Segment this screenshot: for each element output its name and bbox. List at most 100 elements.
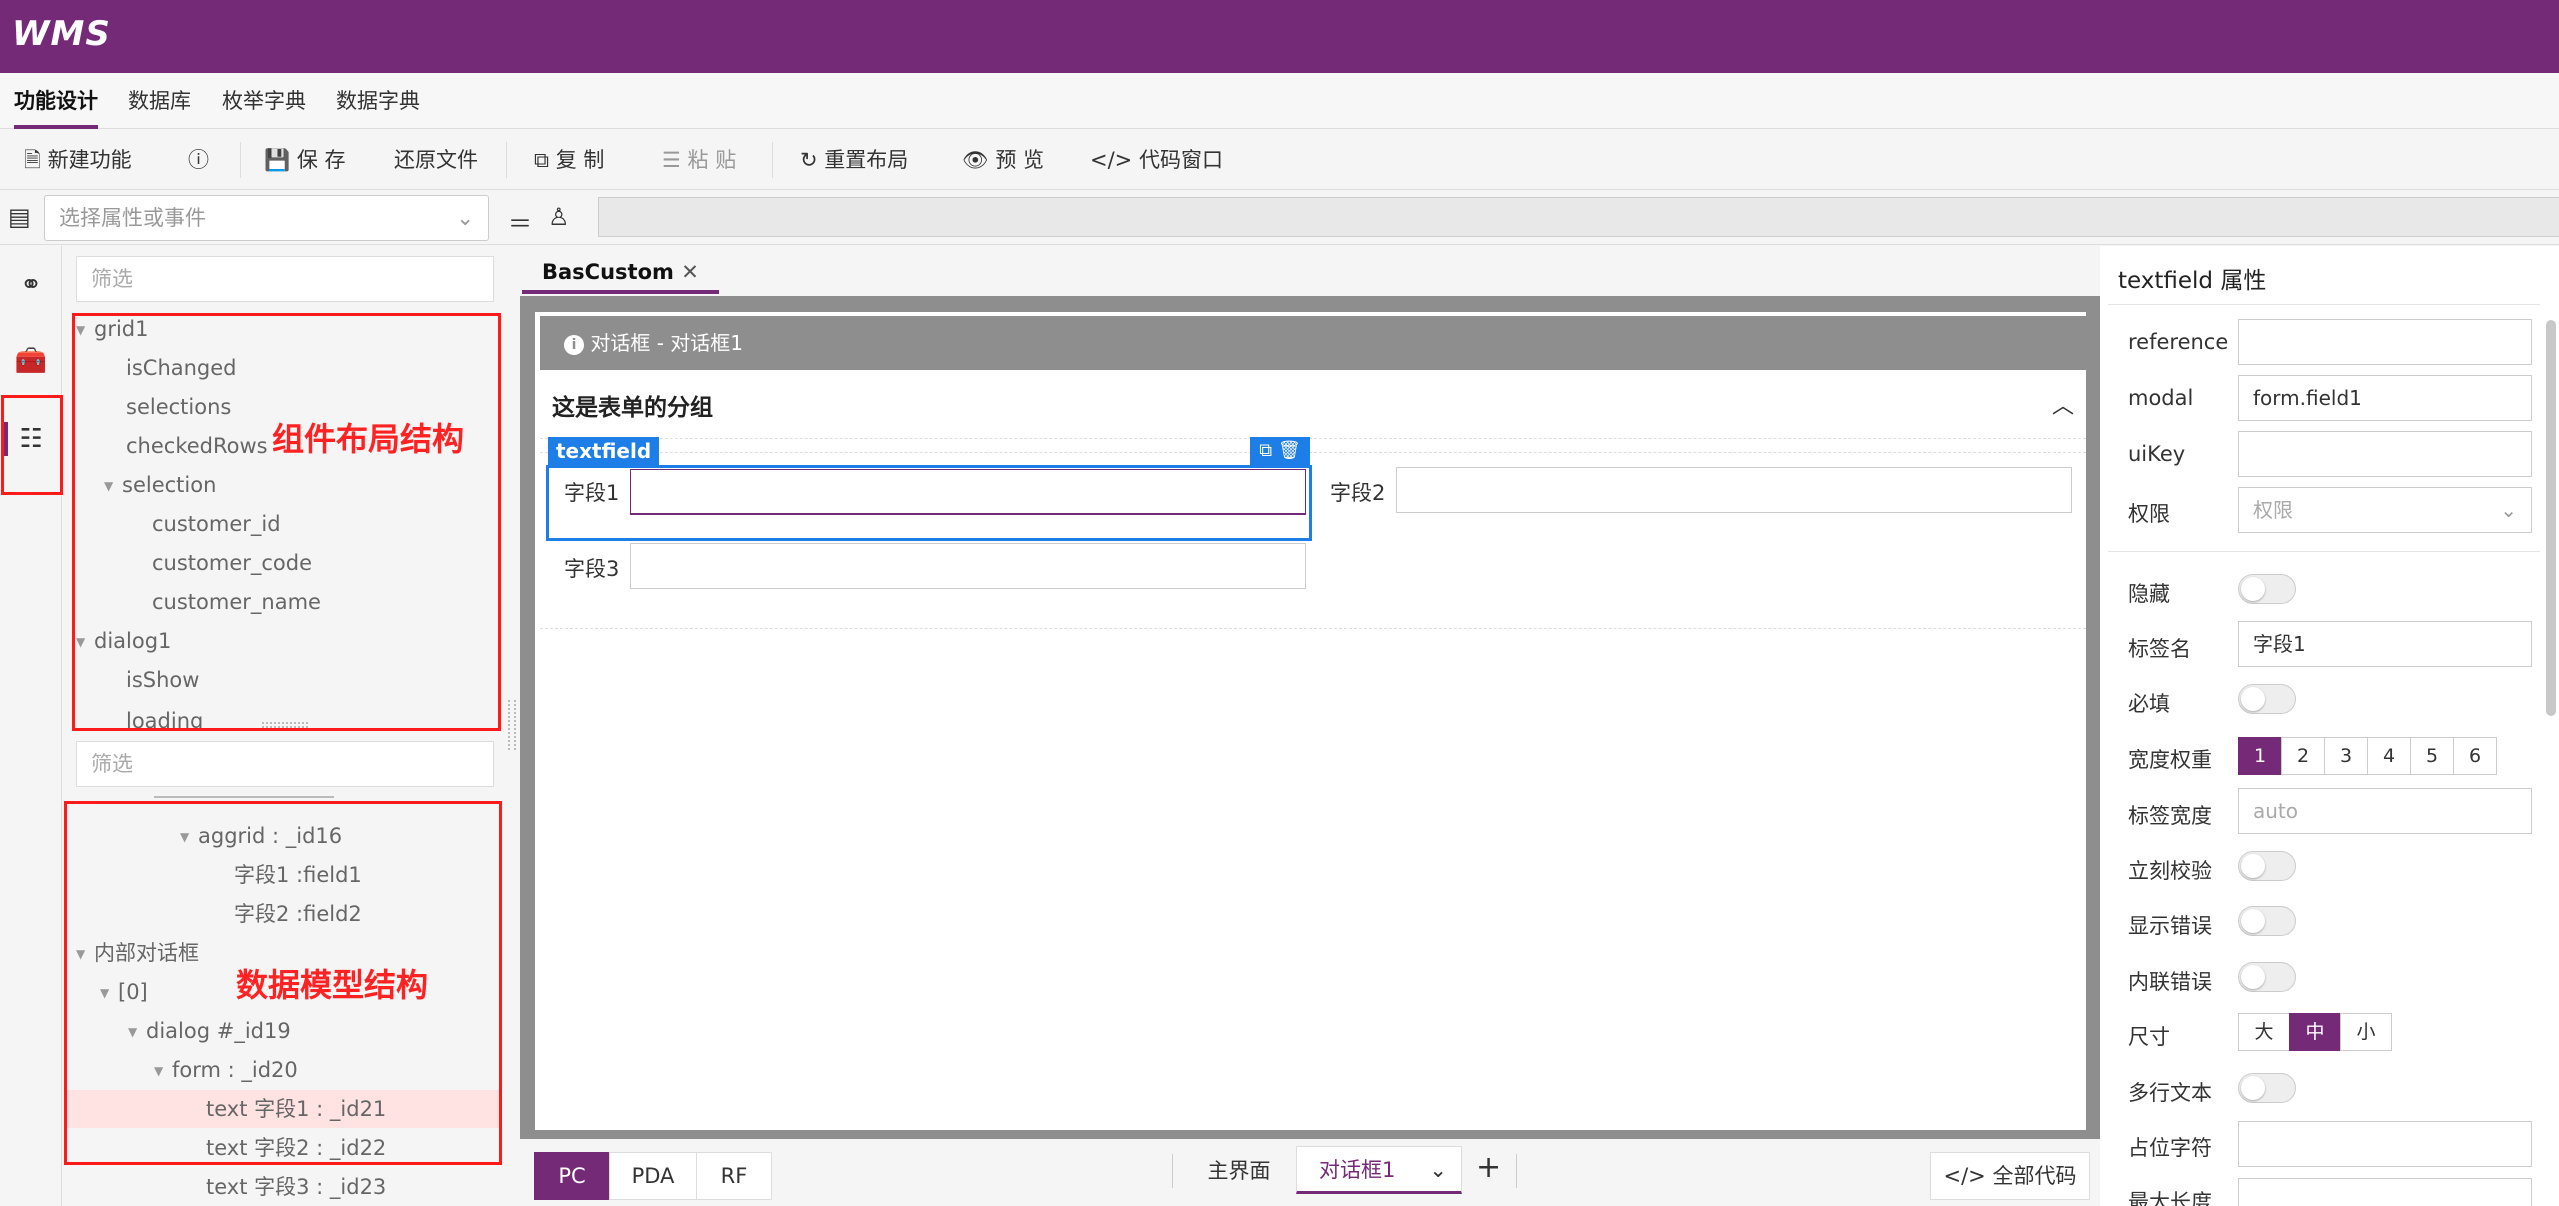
tab-bascustom[interactable]: BasCustom ✕ bbox=[522, 250, 719, 294]
property-event-select[interactable]: 选择属性或事件 ⌄ bbox=[44, 195, 489, 241]
toolbar bbox=[0, 130, 2559, 190]
prop-modal-input[interactable]: form.field1 bbox=[2238, 375, 2532, 421]
trash-icon[interactable]: 🗑 bbox=[1278, 440, 1301, 461]
component-actions: ⧉ 🗑 bbox=[1250, 437, 1310, 465]
prop-hidden-toggle[interactable] bbox=[2238, 574, 2296, 604]
field2-input[interactable] bbox=[1396, 467, 2072, 513]
components-icon[interactable]: ⚭ bbox=[14, 268, 48, 302]
paste-button[interactable]: ☰ 粘 贴 bbox=[662, 130, 736, 190]
all-code-button[interactable]: </> 全部代码 bbox=[1930, 1152, 2090, 1200]
prop-required-label: 必填 bbox=[2128, 692, 2170, 716]
prop-placeholder-label: 占位字符 bbox=[2128, 1136, 2212, 1160]
copy-icon[interactable]: ⧉ bbox=[1259, 440, 1272, 461]
property-panel-title: textfield 属性 bbox=[2118, 268, 2267, 294]
weight-option-1[interactable]: 1 bbox=[2238, 737, 2282, 775]
prop-reference-input[interactable] bbox=[2238, 319, 2532, 365]
weight-option-6[interactable]: 6 bbox=[2453, 737, 2497, 775]
save-icon: 💾 bbox=[264, 148, 291, 172]
prop-placeholder-input[interactable] bbox=[2238, 1121, 2532, 1167]
save-button[interactable]: 💾 保 存 bbox=[264, 130, 346, 190]
prop-hidden-label: 隐藏 bbox=[2128, 582, 2170, 606]
prop-showerr-toggle[interactable] bbox=[2238, 906, 2296, 936]
tree2-filter-input[interactable]: 筛选 bbox=[76, 741, 494, 787]
toolbox-icon[interactable]: 🧰 bbox=[14, 344, 48, 378]
prop-showerr-label: 显示错误 bbox=[2128, 914, 2212, 938]
annotation-model-label: 数据模型结构 bbox=[236, 966, 429, 1004]
prop-multiline-label: 多行文本 bbox=[2128, 1081, 2212, 1105]
expression-input[interactable] bbox=[598, 197, 2559, 237]
prop-uikey-input[interactable] bbox=[2238, 431, 2532, 477]
close-icon[interactable]: ✕ bbox=[681, 260, 699, 284]
field1-label: 字段1 bbox=[564, 481, 620, 505]
prop-clip: 最大长度 bbox=[2100, 1176, 2559, 1206]
dialog-header: i 对话框 - 对话框1 bbox=[540, 316, 2086, 370]
document-icon[interactable]: ▤ bbox=[8, 203, 31, 231]
tree-node[interactable]: text 字段3 : _id23 bbox=[206, 1170, 386, 1204]
prop-labelwidth-input[interactable]: auto bbox=[2238, 788, 2532, 834]
weight-option-3[interactable]: 3 bbox=[2324, 737, 2368, 775]
prop-instant-toggle[interactable] bbox=[2238, 851, 2296, 881]
new-function-button[interactable]: 🗎 新建功能 bbox=[24, 130, 132, 190]
code-window-button[interactable]: </> 代码窗口 bbox=[1090, 130, 1223, 190]
divider bbox=[2108, 304, 2540, 305]
divider bbox=[1172, 1154, 1173, 1188]
tab-pc[interactable]: PC bbox=[534, 1152, 610, 1200]
weight-option-4[interactable]: 4 bbox=[2367, 737, 2411, 775]
user-icon[interactable]: ♙ bbox=[548, 203, 570, 231]
copy-button[interactable]: ⧉ 复 制 bbox=[534, 130, 604, 190]
size-option-medium[interactable]: 中 bbox=[2289, 1013, 2341, 1051]
menu-enum-dict[interactable]: 枚举字典 bbox=[222, 73, 306, 129]
code-icon: </> bbox=[1943, 1164, 1986, 1188]
toolbar-divider bbox=[506, 142, 507, 178]
eye-icon: 👁 bbox=[962, 148, 989, 172]
menu-database[interactable]: 数据库 bbox=[128, 73, 191, 129]
restore-file-button[interactable]: 还原文件 bbox=[394, 130, 478, 190]
size-option-large[interactable]: 大 bbox=[2238, 1013, 2290, 1051]
prop-required-toggle[interactable] bbox=[2238, 684, 2296, 714]
app-header bbox=[0, 0, 2559, 73]
tab-pda[interactable]: PDA bbox=[609, 1152, 697, 1200]
prop-maxlen-input[interactable] bbox=[2238, 1178, 2532, 1206]
tab-dialog1[interactable]: 对话框1 ⌄ bbox=[1296, 1146, 1462, 1194]
prop-uikey-label: uiKey bbox=[2128, 442, 2186, 466]
chevron-up-icon[interactable]: ︿ bbox=[2052, 388, 2074, 420]
weight-option-5[interactable]: 5 bbox=[2410, 737, 2454, 775]
vertical-splitter[interactable] bbox=[508, 700, 516, 750]
annotation-box-nav bbox=[1, 395, 63, 495]
info-icon[interactable]: ⓘ bbox=[188, 130, 209, 190]
prop-instant-label: 立刻校验 bbox=[2128, 859, 2212, 883]
group-title: 这是表单的分组 bbox=[552, 395, 713, 421]
field3-input[interactable] bbox=[630, 543, 1306, 589]
menu-data-dict[interactable]: 数据字典 bbox=[336, 73, 420, 129]
prop-modal-label: modal bbox=[2128, 386, 2194, 410]
size-option-small[interactable]: 小 bbox=[2340, 1013, 2392, 1051]
prop-labelname-input[interactable]: 字段1 bbox=[2238, 621, 2532, 667]
tree1-filter-input[interactable]: 筛选 bbox=[76, 256, 494, 302]
prop-permission-select[interactable]: 权限 ⌄ bbox=[2238, 487, 2532, 533]
tab-main-view[interactable]: 主界面 bbox=[1182, 1148, 1296, 1196]
weight-option-2[interactable]: 2 bbox=[2281, 737, 2325, 775]
tab-rf[interactable]: RF bbox=[696, 1152, 772, 1200]
prop-permission-label: 权限 bbox=[2128, 502, 2170, 526]
prop-multiline-toggle[interactable] bbox=[2238, 1073, 2296, 1103]
preview-button[interactable]: 👁 预 览 bbox=[962, 130, 1044, 190]
field1-input[interactable] bbox=[630, 469, 1306, 515]
prop-inlineerr-toggle[interactable] bbox=[2238, 962, 2296, 992]
field2-label: 字段2 bbox=[1330, 481, 1386, 505]
prop-inlineerr-label: 内联错误 bbox=[2128, 970, 2212, 994]
copy-icon: ⧉ bbox=[534, 148, 549, 172]
scrollbar-thumb[interactable] bbox=[2546, 320, 2556, 716]
divider bbox=[2108, 551, 2540, 552]
code-icon: </> bbox=[1090, 148, 1133, 172]
prop-maxlen-label: 最大长度 bbox=[2128, 1190, 2212, 1206]
menu-function-design[interactable]: 功能设计 bbox=[14, 73, 98, 129]
reset-layout-button[interactable]: ↻ 重置布局 bbox=[800, 130, 908, 190]
prop-reference-label: reference bbox=[2128, 330, 2229, 354]
chevron-down-icon: ⌄ bbox=[456, 206, 474, 230]
add-icon[interactable]: + bbox=[1476, 1150, 1501, 1185]
chevron-down-icon[interactable]: ⌄ bbox=[1429, 1147, 1447, 1193]
new-file-icon: 🗎 bbox=[24, 148, 41, 172]
refresh-icon: ↻ bbox=[800, 148, 818, 172]
divider bbox=[540, 452, 2086, 453]
divider bbox=[540, 628, 2086, 629]
